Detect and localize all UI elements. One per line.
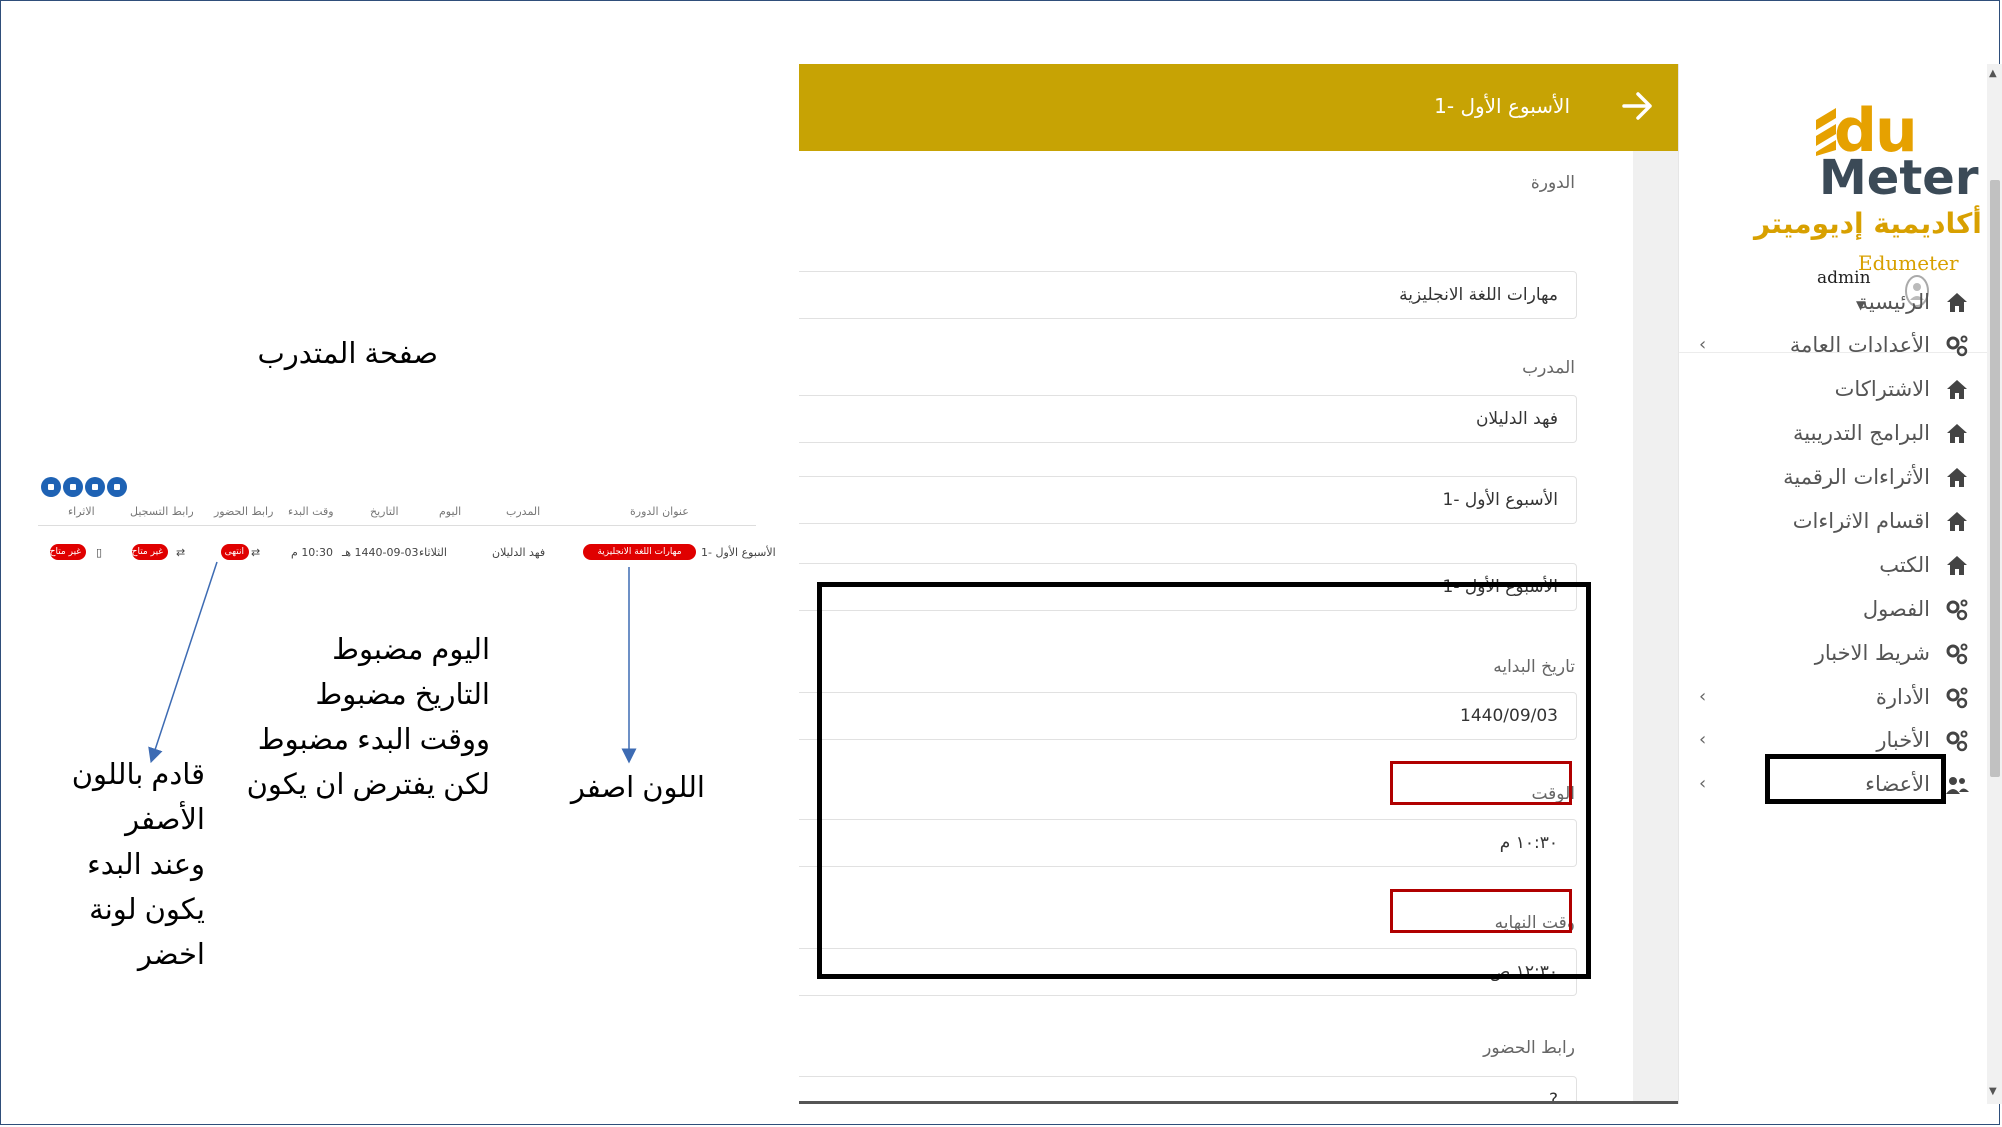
document-icon[interactable]: ▯ <box>96 546 102 559</box>
column-header: الاثراء <box>68 505 95 518</box>
link-icon[interactable]: ⇄ <box>176 546 185 559</box>
action-button[interactable] <box>107 477 127 497</box>
registration-badge[interactable]: غير متاح <box>132 544 168 560</box>
column-header: عنوان الدورة <box>630 505 689 518</box>
table-header-divider <box>38 525 756 526</box>
trainer-page-table: عنوان الدورة المدرب اليوم التاريخ وقت ال… <box>38 470 776 590</box>
column-header: رابط الحضور <box>214 505 274 518</box>
column-header: وقت البدء <box>288 505 334 518</box>
action-button[interactable] <box>41 477 61 497</box>
column-header: المدرب <box>506 505 541 518</box>
link-icon[interactable]: ⇄ <box>251 546 260 559</box>
attendance-badge-arrow <box>148 561 218 764</box>
column-header: رابط التسجيل <box>130 505 194 518</box>
table-cell-day: الثلاثاء <box>419 546 447 559</box>
table-cell-trainer: فهد الدليلان <box>492 546 546 559</box>
table-cell-title: الأسبوع الأول -1 <box>701 546 776 559</box>
column-header: التاريخ <box>370 505 399 518</box>
enrichment-badge[interactable]: غير متاح <box>50 544 86 560</box>
action-button[interactable] <box>85 477 105 497</box>
action-button[interactable] <box>63 477 83 497</box>
table-cell-time: 10:30 م <box>291 546 334 559</box>
attendance-badge[interactable]: انتهى <box>221 544 249 560</box>
column-header: اليوم <box>439 505 462 518</box>
course-badge[interactable]: مهارات اللغة الانجليزية <box>583 544 696 560</box>
table-cell-date: 1440-09-03 هـ <box>342 546 419 559</box>
